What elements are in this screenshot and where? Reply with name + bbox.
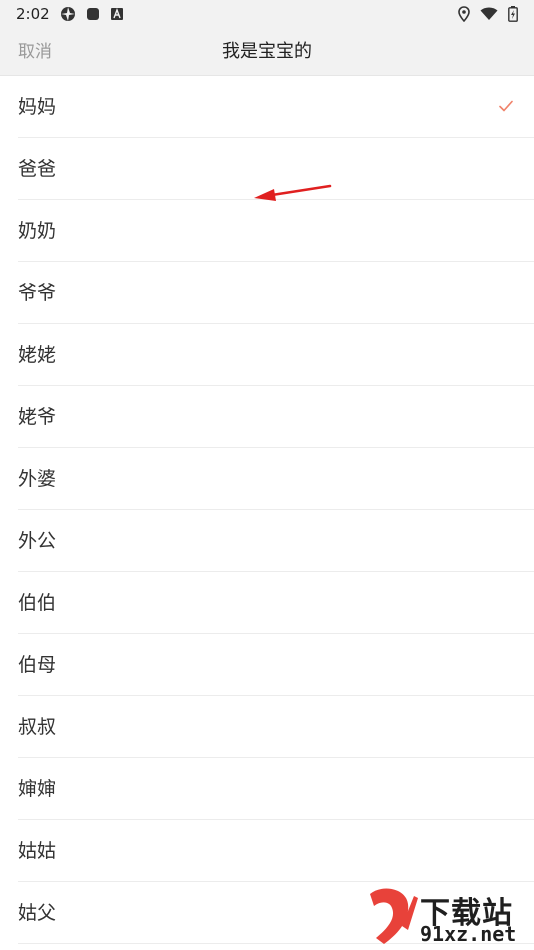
relation-list: 妈妈 爸爸 奶奶 爷爷 姥姥 姥爷 外婆 外公 伯伯 伯母 叔叔 婶婶 姑姑 姑… (0, 76, 534, 944)
list-item-label: 姥姥 (18, 344, 57, 366)
keyboard-a-icon (110, 7, 124, 21)
location-icon (458, 6, 470, 22)
list-item[interactable]: 叔叔 (18, 696, 534, 758)
check-icon (499, 100, 513, 112)
list-item-label: 妈妈 (18, 96, 57, 118)
list-item-label: 姥爷 (18, 406, 57, 428)
battery-charging-icon (508, 6, 518, 22)
wifi-icon (480, 7, 498, 21)
list-item[interactable]: 妈妈 (18, 76, 534, 138)
list-item-label: 外公 (18, 530, 57, 552)
list-item[interactable]: 外公 (18, 510, 534, 572)
cancel-button[interactable]: 取消 (18, 28, 52, 76)
list-item[interactable]: 爷爷 (18, 262, 534, 324)
list-item[interactable]: 姥爷 (18, 386, 534, 448)
list-item-label: 爷爷 (18, 282, 57, 304)
app-square-icon (86, 7, 100, 21)
list-item-label: 姑父 (18, 902, 57, 924)
list-item-label: 伯母 (18, 654, 57, 676)
list-item[interactable]: 姑姑 (18, 820, 534, 882)
aperture-icon (60, 6, 76, 22)
header: 取消 我是宝宝的 (0, 28, 534, 76)
list-item[interactable]: 姥姥 (18, 324, 534, 386)
status-time: 2:02 (16, 5, 50, 23)
list-item[interactable]: 婶婶 (18, 758, 534, 820)
list-item-label: 外婆 (18, 468, 57, 490)
list-item[interactable]: 伯母 (18, 634, 534, 696)
list-item[interactable]: 伯伯 (18, 572, 534, 634)
status-left: 2:02 (16, 5, 124, 23)
status-right (458, 6, 518, 22)
list-item[interactable]: 奶奶 (18, 200, 534, 262)
list-item-label: 婶婶 (18, 778, 57, 800)
status-bar: 2:02 (0, 0, 534, 28)
list-item-label: 姑姑 (18, 840, 57, 862)
list-item-label: 叔叔 (18, 716, 57, 738)
list-item[interactable]: 外婆 (18, 448, 534, 510)
list-item-label: 伯伯 (18, 592, 57, 614)
list-item-label: 爸爸 (18, 158, 57, 180)
list-item-label: 奶奶 (18, 220, 57, 242)
page-title: 我是宝宝的 (222, 41, 312, 62)
list-item[interactable]: 姑父 (18, 882, 534, 944)
list-item[interactable]: 爸爸 (18, 138, 534, 200)
